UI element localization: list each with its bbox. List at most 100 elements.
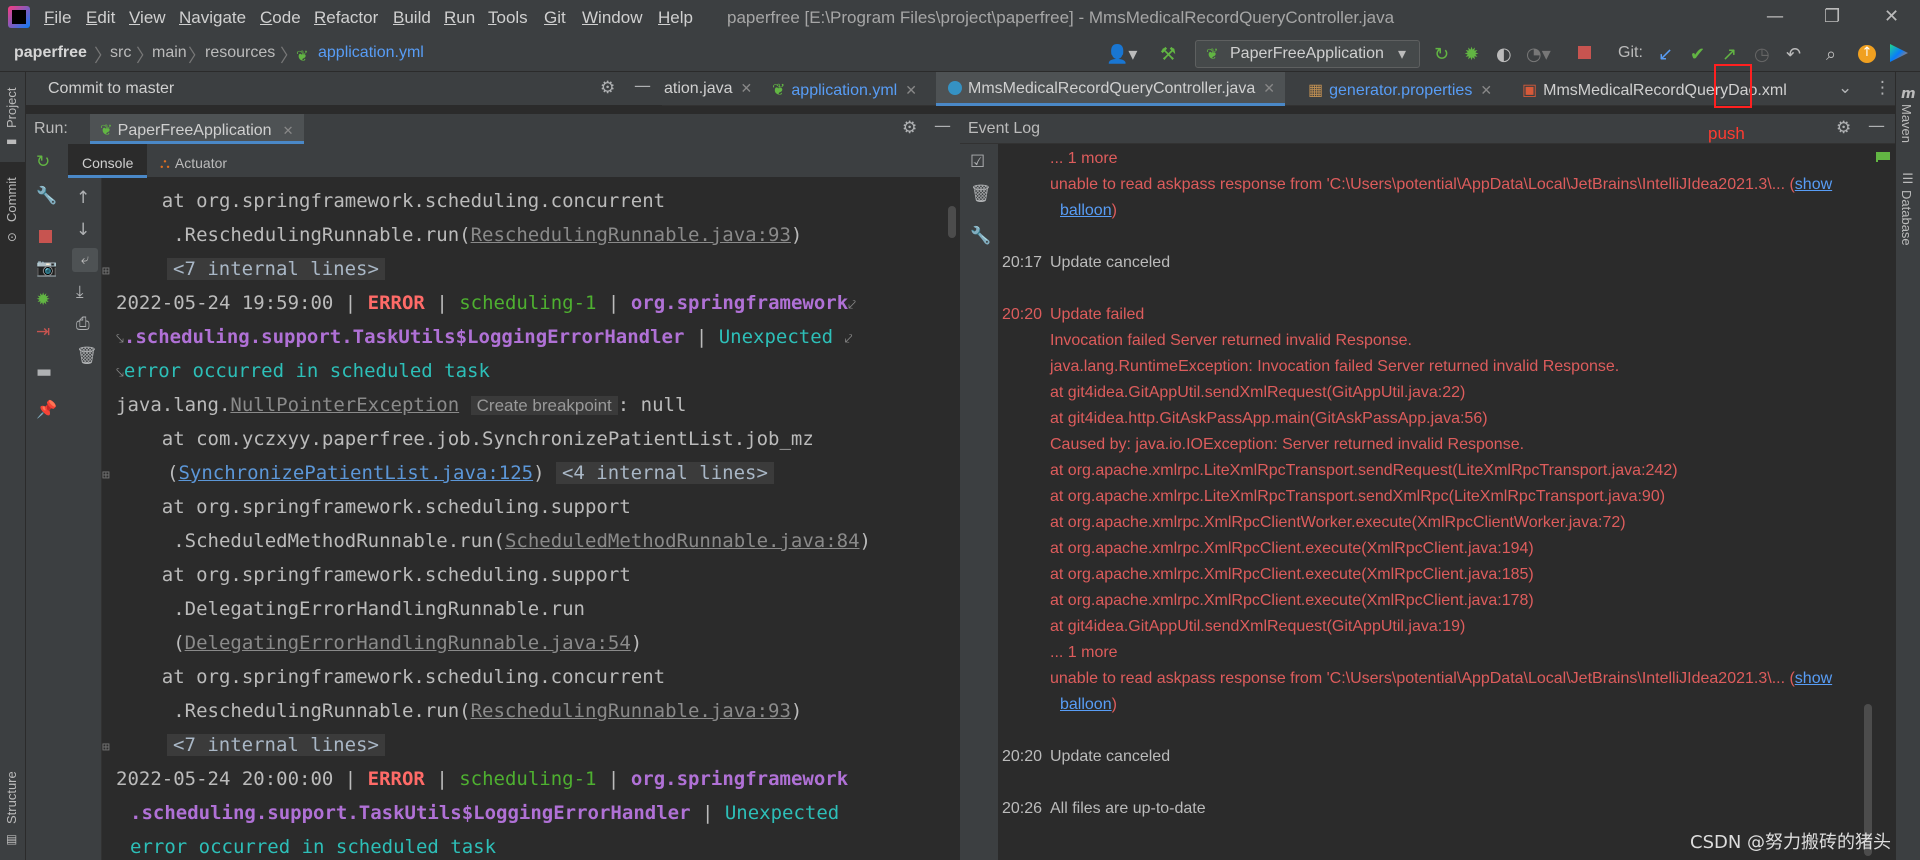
- show-balloon-link[interactable]: balloon: [1060, 696, 1112, 713]
- mark-read-icon[interactable]: ☑: [970, 152, 985, 172]
- breadcrumb-src[interactable]: src: [110, 44, 131, 62]
- exit-icon[interactable]: ⇥: [36, 322, 50, 342]
- breadcrumb-resources[interactable]: resources: [205, 44, 275, 62]
- menu-refactor[interactable]: Refactor: [314, 8, 378, 28]
- close-icon[interactable]: ✕: [741, 80, 753, 96]
- maven-tool-button[interactable]: Maven: [1899, 104, 1914, 143]
- camera-icon[interactable]: 📷: [36, 258, 57, 278]
- hide-panel-icon[interactable]: —: [634, 76, 651, 96]
- close-window-icon[interactable]: ✕: [1884, 6, 1899, 27]
- close-icon[interactable]: ✕: [905, 82, 917, 98]
- stop-icon[interactable]: [39, 230, 52, 243]
- debug-bug-icon[interactable]: ✹: [1464, 44, 1479, 65]
- menu-tools[interactable]: Tools: [488, 8, 528, 28]
- print-icon[interactable]: ⎙: [76, 314, 90, 334]
- stack-link[interactable]: ReschedulingRunnable.java:93: [471, 700, 791, 722]
- window-title: paperfree [E:\Program Files\project\pape…: [727, 8, 1395, 27]
- minimize-icon[interactable]: —: [1766, 6, 1784, 27]
- show-balloon-link[interactable]: balloon: [1060, 202, 1112, 219]
- breadcrumb-main[interactable]: main: [152, 44, 187, 62]
- breadcrumb-project[interactable]: paperfree: [14, 44, 87, 62]
- user-icon[interactable]: 👤▾: [1106, 44, 1137, 65]
- chevron-down-icon[interactable]: ⌄: [1838, 78, 1852, 98]
- git-push-icon[interactable]: ↗: [1722, 44, 1737, 65]
- expand-fold-icon[interactable]: ⊞: [102, 264, 110, 279]
- stack-link[interactable]: DelegatingErrorHandlingRunnable.java:54: [185, 632, 631, 654]
- rerun-icon[interactable]: ↻: [1434, 44, 1449, 65]
- stack-link[interactable]: ReschedulingRunnable.java:93: [471, 224, 791, 246]
- menu-view[interactable]: View: [129, 8, 166, 28]
- show-balloon-link[interactable]: show: [1795, 670, 1832, 687]
- close-icon[interactable]: ✕: [1480, 82, 1492, 98]
- update-available-icon[interactable]: ↑: [1858, 45, 1876, 63]
- rerun-icon[interactable]: ↻: [36, 152, 50, 172]
- arrow-up-icon[interactable]: ↑: [76, 188, 90, 208]
- stop-icon[interactable]: [1578, 46, 1591, 59]
- breadcrumb-file[interactable]: application.yml: [318, 44, 424, 62]
- more-options-icon[interactable]: ⋮: [1874, 78, 1891, 98]
- commit-tool-button[interactable]: Commit: [4, 177, 19, 222]
- git-update-icon[interactable]: ↙: [1658, 44, 1673, 65]
- layout-icon[interactable]: ▬: [36, 362, 52, 382]
- trash-icon[interactable]: 🗑: [970, 184, 992, 204]
- git-history-icon[interactable]: ◷: [1754, 44, 1770, 65]
- gear-icon[interactable]: ⚙: [902, 118, 917, 138]
- exception-link[interactable]: NullPointerException: [230, 394, 459, 416]
- menu-window[interactable]: Window: [582, 8, 642, 28]
- close-icon[interactable]: ✕: [283, 124, 294, 139]
- show-balloon-link[interactable]: show: [1795, 176, 1832, 193]
- tab-controller-java[interactable]: MmsMedicalRecordQueryController.java ✕: [936, 72, 1285, 106]
- soft-wrap-icon[interactable]: ⤶: [72, 248, 98, 272]
- database-tool-button[interactable]: Database: [1899, 190, 1914, 246]
- git-commit-icon[interactable]: ✔: [1690, 44, 1705, 65]
- stack-link[interactable]: SynchronizePatientList.java:125: [178, 462, 533, 484]
- debug-bug-icon[interactable]: ✹: [36, 290, 50, 310]
- tab-application-java[interactable]: ation.java ✕: [664, 72, 752, 106]
- pin-icon[interactable]: 📌: [36, 400, 57, 420]
- build-hammer-icon[interactable]: ⚒: [1160, 44, 1176, 65]
- event-log-toolbar: ☑ 🗑 🔧: [960, 144, 998, 860]
- tab-actuator[interactable]: ⛬ Actuator: [160, 153, 227, 172]
- arrow-down-icon[interactable]: ↓: [76, 220, 90, 240]
- coverage-icon[interactable]: ◐: [1496, 44, 1512, 65]
- expand-fold-icon[interactable]: ⊞: [102, 468, 110, 483]
- search-icon[interactable]: ⌕: [1826, 44, 1836, 65]
- internal-lines-fold[interactable]: <7 internal lines>: [167, 258, 385, 280]
- hide-panel-icon[interactable]: —: [934, 116, 951, 136]
- menu-help[interactable]: Help: [658, 8, 693, 28]
- run-configuration-select[interactable]: ❦ PaperFreeApplication ▾: [1195, 40, 1420, 68]
- trash-icon[interactable]: 🗑: [76, 346, 98, 366]
- stack-link[interactable]: ScheduledMethodRunnable.java:84: [505, 530, 860, 552]
- scroll-to-end-icon[interactable]: ⤓: [76, 282, 84, 302]
- project-tool-button[interactable]: Project: [4, 88, 19, 128]
- menu-navigate[interactable]: Navigate: [179, 8, 246, 28]
- structure-tool-button[interactable]: Structure: [4, 771, 19, 824]
- internal-lines-fold[interactable]: <7 internal lines>: [167, 734, 385, 756]
- console-output[interactable]: at org.springframework.scheduling.concur…: [102, 178, 960, 860]
- toolbox-icon[interactable]: [1890, 44, 1908, 62]
- tab-generator-properties[interactable]: ▦ generator.properties ✕: [1308, 72, 1492, 106]
- menu-git[interactable]: Git: [544, 8, 566, 28]
- event-trace-line: at org.apache.xmlrpc.LiteXmlRpcTransport…: [1050, 462, 1678, 479]
- menu-build[interactable]: Build: [393, 8, 431, 28]
- wrench-icon[interactable]: 🔧: [970, 226, 991, 246]
- maximize-icon[interactable]: ❐: [1824, 6, 1840, 27]
- menu-code[interactable]: Code: [260, 8, 301, 28]
- create-breakpoint-hint[interactable]: Create breakpoint: [470, 396, 618, 415]
- close-icon[interactable]: ✕: [1263, 80, 1275, 96]
- menu-edit[interactable]: Edit: [86, 8, 115, 28]
- menu-run[interactable]: Run: [444, 8, 475, 28]
- run-tab-paperfree[interactable]: ❦ PaperFreeApplication ✕: [90, 114, 304, 144]
- tab-application-yml[interactable]: ❦ application.yml ✕: [772, 72, 917, 106]
- console-scrollbar[interactable]: [948, 206, 956, 238]
- menu-file[interactable]: File: [44, 8, 71, 28]
- internal-lines-fold[interactable]: <4 internal lines>: [555, 462, 774, 484]
- gear-icon[interactable]: ⚙: [600, 78, 615, 98]
- rollback-icon[interactable]: ↶: [1786, 44, 1801, 65]
- tab-console[interactable]: Console: [68, 144, 148, 178]
- hide-panel-icon[interactable]: —: [1868, 116, 1885, 136]
- profile-icon[interactable]: ◔▾: [1526, 44, 1551, 65]
- wrench-icon[interactable]: 🔧: [36, 186, 57, 206]
- gear-icon[interactable]: ⚙: [1836, 118, 1851, 138]
- expand-fold-icon[interactable]: ⊞: [102, 740, 110, 755]
